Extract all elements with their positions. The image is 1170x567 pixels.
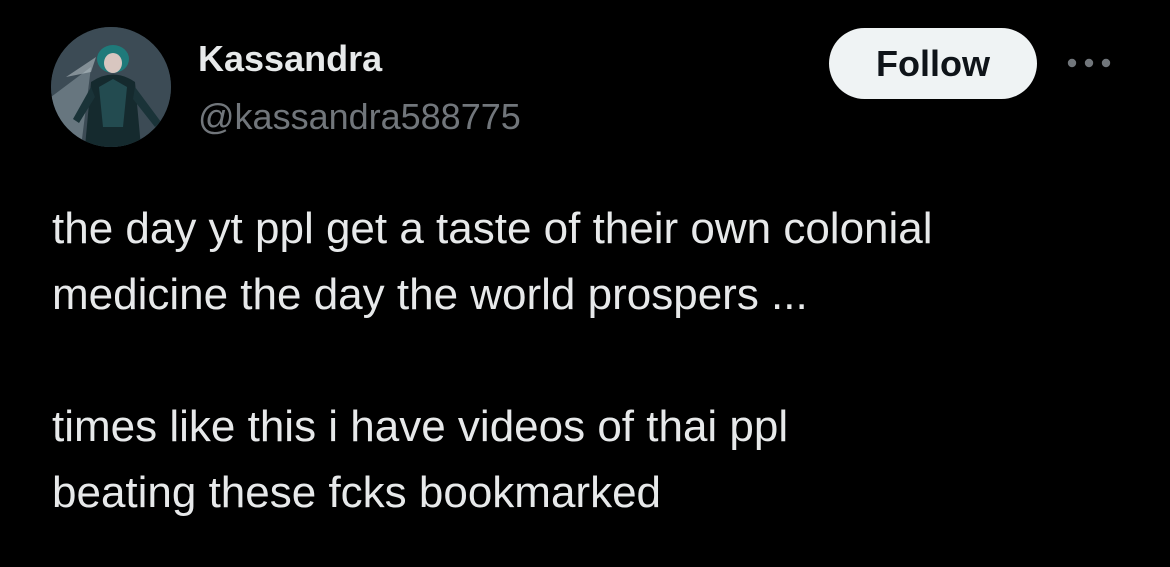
tweet-paragraph: the day yt ppl get a taste of their own …: [52, 204, 933, 319]
tweet-text: the day yt ppl get a taste of their own …: [52, 196, 1142, 526]
tweet-paragraph: times like this i have videos of thai pp…: [52, 402, 789, 517]
follow-button[interactable]: Follow: [829, 28, 1037, 99]
author-display-name[interactable]: Kassandra: [198, 38, 382, 80]
avatar-image: [51, 27, 171, 147]
avatar[interactable]: [51, 27, 171, 147]
tweet-card: Kassandra @kassandra588775 Follow the da…: [0, 0, 1170, 567]
author-handle[interactable]: @kassandra588775: [198, 96, 521, 138]
more-options-button[interactable]: [1064, 48, 1114, 78]
more-horizontal-icon: [1067, 58, 1111, 68]
